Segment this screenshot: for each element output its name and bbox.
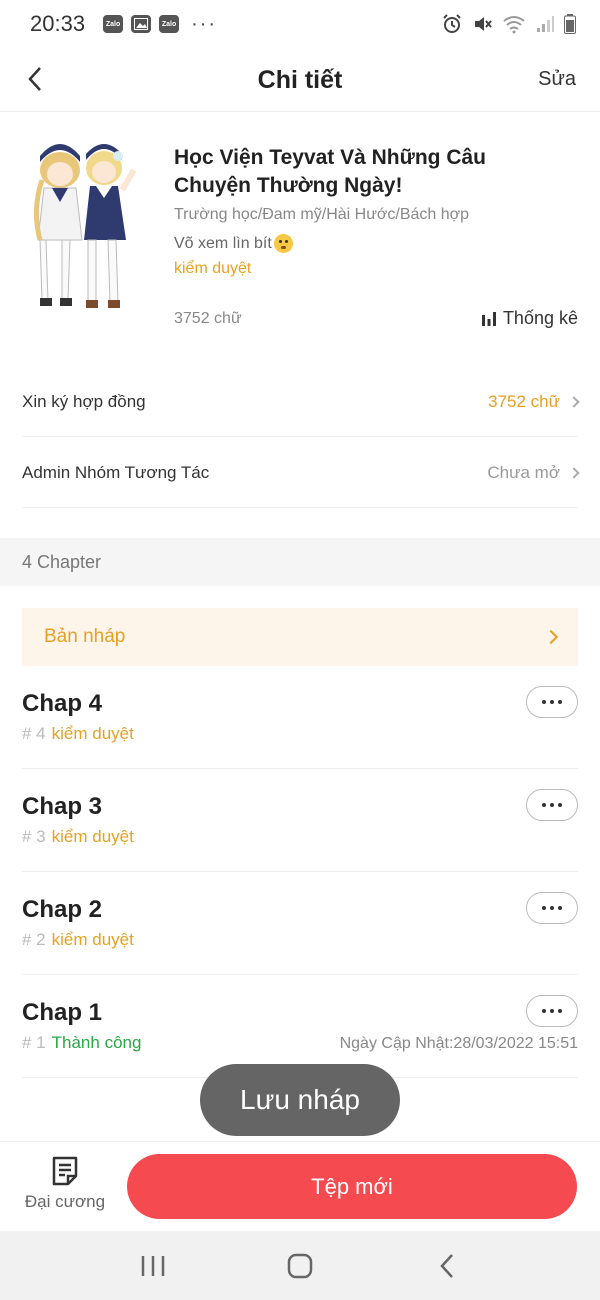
admin-group-row-label: Admin Nhóm Tương Tác [22,462,210,482]
system-back-button[interactable] [417,1241,477,1291]
bar-chart-icon [481,311,496,326]
chapter-meta: # 1 Thành công [22,1033,141,1053]
zalo-icon: Zalo [159,15,180,33]
recent-apps-icon [142,1255,165,1276]
home-button[interactable] [270,1241,330,1291]
outline-button[interactable]: Đại cương [20,1156,110,1222]
book-genres: Trường học/Đam mỹ/Hài Hước/Bách hợp [174,206,470,223]
contract-row-label: Xin ký hợp đồng [22,391,146,411]
toast-message: Lưu nháp [200,1064,400,1136]
chapter-title: Chap 2 [22,896,103,923]
overflow-icon: ··· [191,13,218,35]
chapter-count-header: 4 Chapter [0,538,600,586]
book-word-count: 3752 chữ [174,310,242,327]
chapter-meta: # 3 kiểm duyệt [22,827,134,847]
statistics-label: Thống kê [502,308,578,328]
chapter-more-button[interactable] [526,892,578,924]
status-time: 20:33 [30,11,86,36]
contract-word-count: 3752 chữ [488,391,560,411]
admin-group-status: Chưa mở [487,462,560,482]
chapter-status: kiểm duyệt [51,930,134,949]
admin-group-row-value: Chưa mở [487,462,580,483]
book-info: Học Viện Teyvat Và Những Câu Chuyện Thườ… [22,130,578,340]
chapter-number: # 4 [22,724,46,743]
zalo-icon: Zalo [103,15,124,33]
statistics-button[interactable]: Thống kê [481,308,578,329]
status-bar: 20:33 Zalo Zalo ··· [0,0,600,48]
recent-apps-button[interactable] [123,1241,183,1291]
outline-label: Đại cương [24,1192,106,1211]
chapter-item[interactable]: Chap 3 # 3 kiểm duyệt [22,769,578,872]
upside-down-face-emoji-icon [273,234,293,253]
book-description-text: Võ xem lìn bít [174,234,272,252]
chapter-more-button[interactable] [526,995,578,1027]
chapter-number: # 3 [22,827,46,846]
chapter-update-date: Ngày Cập Nhật:28/03/2022 15:51 [339,1035,578,1052]
back-icon [439,1253,453,1278]
app-header: Chi tiết Sửa [0,48,600,112]
chapter-item[interactable]: Chap 1 # 1 Thành công Ngày Cập Nhật:28/0… [22,975,578,1078]
chapter-status: kiểm duyệt [51,724,134,743]
chapter-item[interactable]: Chap 4 # 4 kiểm duyệt [22,666,578,769]
chevron-right-icon [543,629,559,645]
system-navigation-bar [0,1231,600,1300]
document-icon [52,1156,78,1186]
chapter-title: Chap 3 [22,793,103,820]
admin-group-row[interactable]: Admin Nhóm Tương Tác Chưa mở [22,438,580,508]
chapter-meta: # 2 kiểm duyệt [22,930,134,950]
gallery-icon [131,15,152,33]
chapter-meta: # 4 kiểm duyệt [22,724,134,744]
home-icon [287,1253,313,1278]
contract-row[interactable]: Xin ký hợp đồng 3752 chữ [22,367,580,437]
chapter-more-button[interactable] [526,789,578,821]
alarm-icon [443,14,461,33]
wifi-icon [503,16,525,34]
chapter-title: Chap 1 [22,999,103,1026]
book-status-badge: kiểm duyệt [174,260,252,277]
new-file-button[interactable]: Tệp mới [127,1154,577,1219]
book-cover-image[interactable] [22,130,142,320]
chapter-title: Chap 4 [22,690,103,717]
contract-row-value: 3752 chữ [488,391,580,412]
draft-row[interactable]: Bản nháp [22,608,578,666]
battery-icon [564,14,576,34]
chevron-right-icon [568,395,580,408]
draft-label: Bản nháp [44,626,126,647]
edit-button[interactable]: Sửa [538,68,576,91]
chevron-right-icon [568,466,580,479]
bottom-toolbar: Đại cương Tệp mới [0,1141,600,1231]
page-title: Chi tiết [257,66,343,94]
chapter-item[interactable]: Chap 2 # 2 kiểm duyệt [22,872,578,975]
book-title: Học Viện Teyvat Và Những Câu Chuyện Thườ… [174,146,487,197]
chapter-number: # 1 [22,1033,46,1052]
chapter-status: Thành công [51,1033,142,1052]
chapter-more-button[interactable] [526,686,578,718]
mute-icon [475,17,492,31]
chapter-status: kiểm duyệt [51,827,134,846]
book-description: Võ xem lìn bít [174,234,293,253]
signal-icon [537,16,554,32]
chapter-number: # 2 [22,930,46,949]
